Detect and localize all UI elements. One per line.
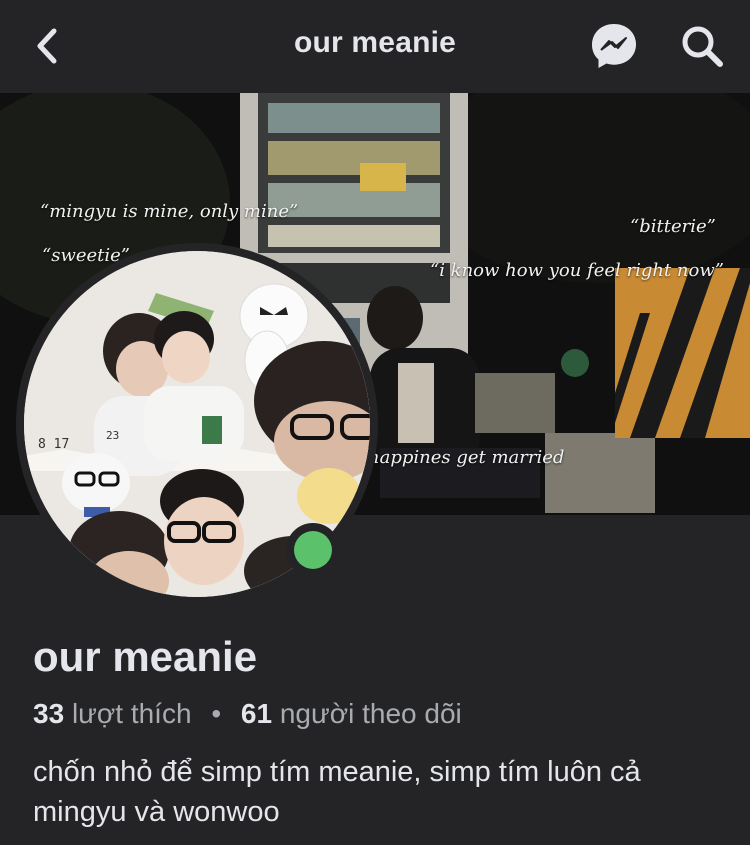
avatar-sticker-text: 8 17 [38,437,70,452]
followers-label[interactable]: người theo dõi [280,698,462,729]
page-root: our meanie “mingyu is mine, only mine” “… [0,0,750,845]
search-button[interactable] [678,22,726,70]
messenger-icon [592,24,636,68]
followers-count: 61 [240,698,273,729]
cover-quote: “bitterie” [630,216,716,237]
page-stats: 33 lượt thích • 61 người theo dõi [33,698,462,730]
avatar-sticker-number: 23 [106,429,120,442]
stats-separator: • [211,698,222,729]
cover-quote: “mingyu is mine, only mine” [40,201,299,222]
search-icon [682,26,723,67]
online-status-indicator [286,523,340,577]
likes-label[interactable]: lượt thích [72,698,192,729]
top-nav-bar: our meanie [0,0,750,93]
likes-count: 33 [33,698,65,729]
cover-quote: happines get married [368,447,565,468]
cover-quote: “i know how you feel right now” [430,260,724,281]
online-dot [294,531,332,569]
page-bio: chốn nhỏ để simp tím meanie, simp tím lu… [33,756,641,828]
messenger-button[interactable] [588,20,640,72]
page-name: our meanie [33,633,258,680]
